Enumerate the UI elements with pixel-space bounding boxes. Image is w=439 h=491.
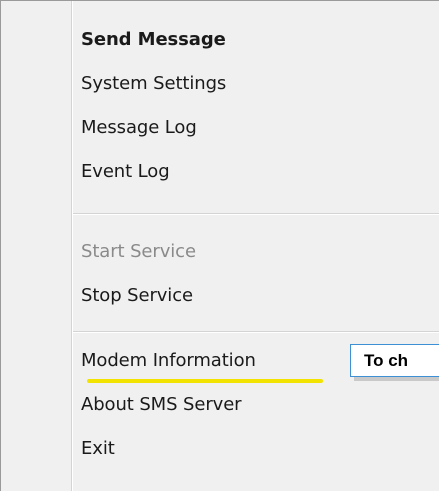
- menu-item-start-service: Start Service: [81, 241, 196, 262]
- menu-item-message-log[interactable]: Message Log: [81, 111, 197, 145]
- menu-separator: [73, 213, 439, 215]
- menu-item-send-message[interactable]: Send Message: [81, 23, 226, 57]
- menu-item-stop-service[interactable]: Stop Service: [81, 279, 193, 313]
- menu-item-exit[interactable]: Exit: [81, 432, 115, 466]
- menu-item-about-sms-server[interactable]: About SMS Server: [81, 388, 242, 422]
- tray-context-menu: Send Message System Settings Message Log…: [0, 0, 439, 491]
- annotation-callout: To ch: [350, 344, 439, 377]
- highlight-underline: [87, 379, 323, 383]
- menu-item-system-settings[interactable]: System Settings: [81, 67, 226, 101]
- menu-separator: [73, 331, 439, 333]
- menu-item-event-log[interactable]: Event Log: [81, 155, 170, 189]
- callout-text: To ch: [364, 351, 409, 370]
- menu-icon-gutter-highlight: [72, 1, 73, 491]
- menu-item-modem-information[interactable]: Modem Information: [81, 344, 256, 378]
